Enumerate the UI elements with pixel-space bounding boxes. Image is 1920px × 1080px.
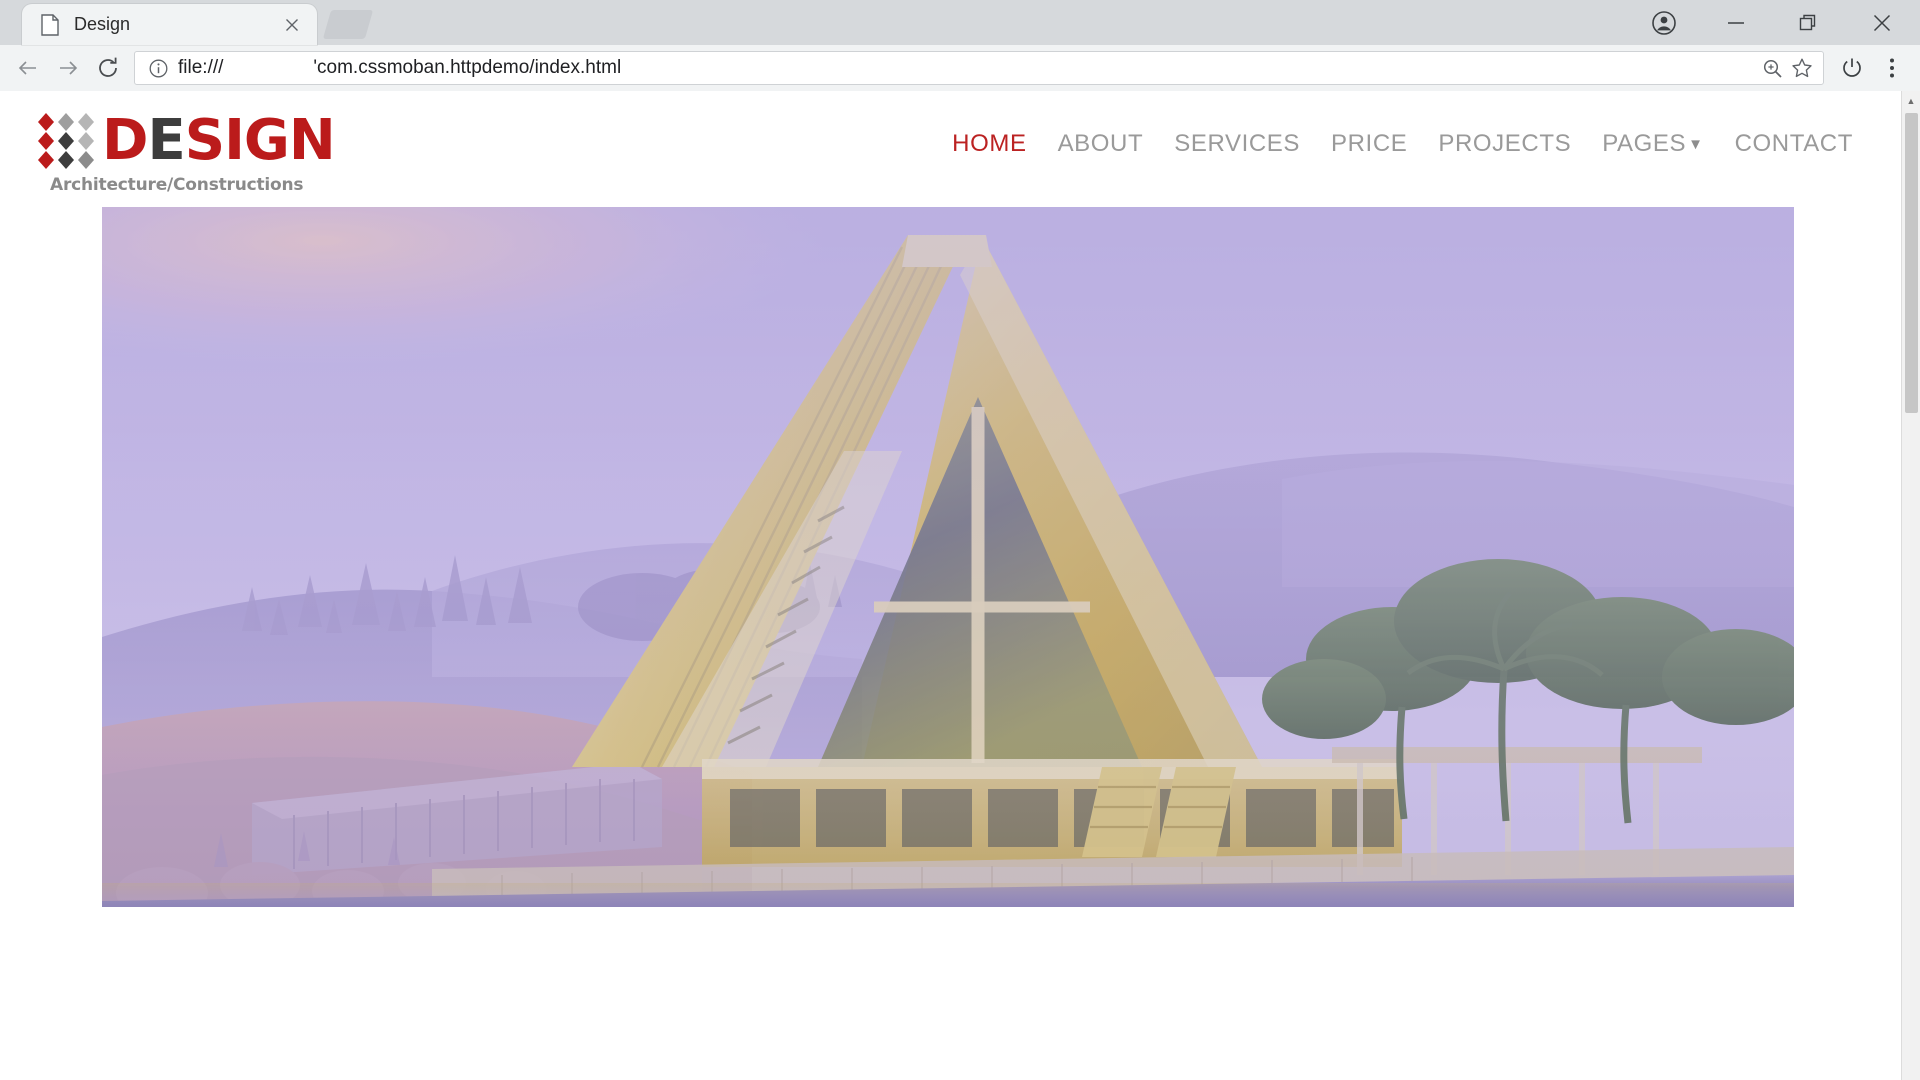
account-circle-icon[interactable] bbox=[1628, 0, 1700, 45]
new-tab-icon[interactable] bbox=[322, 10, 374, 39]
browser-tab[interactable]: Design bbox=[22, 4, 317, 45]
nav-label: PROJECTS bbox=[1438, 130, 1572, 157]
diamond-grid-icon bbox=[38, 113, 94, 169]
chevron-down-icon: ▼ bbox=[1688, 135, 1704, 153]
three-dots-vertical-icon[interactable] bbox=[1872, 48, 1912, 88]
nav-label: PRICE bbox=[1331, 130, 1408, 157]
page-icon bbox=[40, 13, 60, 36]
info-circle-icon[interactable] bbox=[147, 57, 169, 79]
hero-section bbox=[0, 207, 1901, 907]
nav-label: CONTACT bbox=[1734, 130, 1853, 157]
address-bar[interactable]: file:/// 'com.cssmoban.httpdemo/index.ht… bbox=[134, 51, 1824, 85]
url-scheme: file:/// bbox=[178, 57, 224, 78]
nav-item-services[interactable]: SERVICES bbox=[1174, 130, 1300, 158]
toolbar-right-actions bbox=[1826, 48, 1912, 88]
nav-label: ABOUT bbox=[1057, 130, 1144, 157]
nav-item-about[interactable]: ABOUT bbox=[1058, 130, 1144, 158]
tab-title: Design bbox=[74, 14, 131, 34]
url-path: 'com.cssmoban.httpdemo/index.html bbox=[313, 57, 622, 78]
nav-item-home[interactable]: HOME bbox=[952, 130, 1026, 158]
nav-item-pages[interactable]: PAGES ▼ bbox=[1602, 130, 1703, 158]
scrollbar-thumb[interactable] bbox=[1905, 113, 1918, 413]
restore-window-icon[interactable] bbox=[1772, 0, 1844, 45]
nav-label: PAGES bbox=[1602, 130, 1687, 157]
close-icon[interactable] bbox=[1844, 0, 1920, 45]
zoom-in-icon[interactable] bbox=[1757, 53, 1787, 83]
site-header: D E SIGN Architecture/Constructions HOME A… bbox=[0, 91, 1901, 207]
nav-item-projects[interactable]: PROJECTS bbox=[1438, 130, 1571, 158]
website-content: D E SIGN Architecture/Constructions HOME A… bbox=[0, 91, 1901, 1080]
browser-window: Design file:/// 'com.cssmoban.httpdemo/i… bbox=[0, 0, 1920, 1080]
browser-toolbar: file:/// 'com.cssmoban.httpdemo/index.ht… bbox=[0, 45, 1920, 91]
arrow-right-icon[interactable] bbox=[48, 48, 88, 88]
nav-label: HOME bbox=[952, 130, 1027, 157]
star-outline-icon[interactable] bbox=[1787, 53, 1817, 83]
reload-icon[interactable] bbox=[88, 48, 128, 88]
page-viewport: D E SIGN Architecture/Constructions HOME A… bbox=[0, 91, 1920, 1080]
page-scrollbar[interactable]: ▲ bbox=[1901, 91, 1920, 1080]
logo-tagline: Architecture/Constructions bbox=[50, 175, 304, 195]
logo-wordmark: D E SIGN bbox=[102, 108, 336, 174]
chevron-up-icon[interactable]: ▲ bbox=[1902, 91, 1920, 110]
nav-item-price[interactable]: PRICE bbox=[1331, 130, 1407, 158]
nav-item-contact[interactable]: CONTACT bbox=[1735, 130, 1853, 158]
close-icon[interactable] bbox=[279, 12, 305, 38]
arrow-left-icon[interactable] bbox=[8, 48, 48, 88]
minimize-icon[interactable] bbox=[1700, 0, 1772, 45]
site-logo[interactable]: D E SIGN Architecture/Constructions bbox=[36, 91, 336, 195]
logo-letter-d: D bbox=[102, 108, 148, 174]
hero-image bbox=[102, 207, 1794, 907]
logo-letter-e: E bbox=[147, 108, 185, 174]
browser-title-bar: Design bbox=[0, 0, 1920, 45]
logo-letters-sign: SIGN bbox=[184, 108, 336, 174]
hero-slide[interactable] bbox=[102, 207, 1794, 907]
power-icon[interactable] bbox=[1832, 48, 1872, 88]
nav-label: SERVICES bbox=[1174, 130, 1301, 157]
primary-navigation: HOME ABOUT SERVICES PRICE PROJECTS PAGES… bbox=[952, 91, 1853, 158]
window-controls bbox=[1628, 0, 1920, 45]
